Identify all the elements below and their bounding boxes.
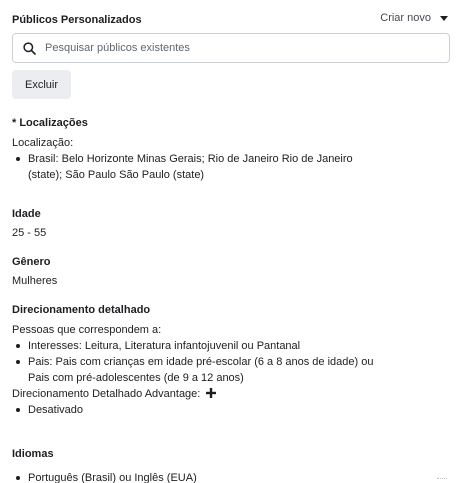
audience-summary: * Localizações Localização: Brasil: Belo…: [12, 117, 432, 483]
advantage-list: Desativado: [12, 402, 432, 418]
detailed-targeting-title: Direcionamento detalhado: [12, 304, 151, 316]
search-input[interactable]: [45, 42, 425, 54]
search-icon: [23, 41, 36, 55]
parents-item: Pais: Pais com crianças em idade pré-esc…: [12, 354, 382, 386]
locations-title: * Localizações: [12, 117, 88, 129]
advantage-label: Direcionamento Detalhado Advantage:: [12, 388, 201, 400]
languages-section: Idiomas Português (Brasil) ou Inglês (EU…: [12, 448, 432, 483]
locations-section: * Localizações Localização: Brasil: Belo…: [12, 117, 432, 208]
plus-icon[interactable]: [206, 388, 217, 398]
language-item: Português (Brasil) ou Inglês (EUA): [12, 470, 432, 483]
exclude-button[interactable]: Excluir: [12, 70, 71, 99]
custom-audiences-header: Públicos Personalizados Criar novo: [12, 12, 448, 30]
scroll-indicator: [437, 478, 447, 480]
age-value: 25 - 55: [12, 227, 47, 239]
gender-title: Gênero: [12, 256, 51, 268]
location-label: Localização:: [12, 137, 74, 149]
age-title: Idade: [12, 208, 41, 220]
detailed-targeting-list: Interesses: Leitura, Literatura infantoj…: [12, 338, 382, 386]
age-section: Idade 25 - 55: [12, 208, 432, 256]
languages-list: Português (Brasil) ou Inglês (EUA): [12, 470, 432, 483]
create-new-label[interactable]: Criar novo: [380, 12, 431, 24]
interests-item: Interesses: Leitura, Literatura infantoj…: [12, 338, 382, 354]
custom-audiences-title: Públicos Personalizados: [12, 14, 142, 26]
gender-section: Gênero Mulheres: [12, 256, 432, 304]
audience-search-box[interactable]: [12, 33, 450, 63]
advantage-row: Direcionamento Detalhado Advantage:: [12, 386, 432, 402]
create-new-dropdown[interactable]: Criar novo: [380, 12, 448, 24]
gender-value: Mulheres: [12, 275, 58, 287]
advantage-status: Desativado: [12, 402, 432, 418]
caret-down-icon[interactable]: [440, 16, 448, 21]
detailed-targeting-section: Direcionamento detalhado Pessoas que cor…: [12, 304, 432, 448]
detailed-targeting-intro: Pessoas que correspondem a:: [12, 324, 162, 336]
languages-title: Idiomas: [12, 448, 54, 460]
location-list: Brasil: Belo Horizonte Minas Gerais; Rio…: [12, 151, 360, 183]
location-item: Brasil: Belo Horizonte Minas Gerais; Rio…: [12, 151, 360, 183]
